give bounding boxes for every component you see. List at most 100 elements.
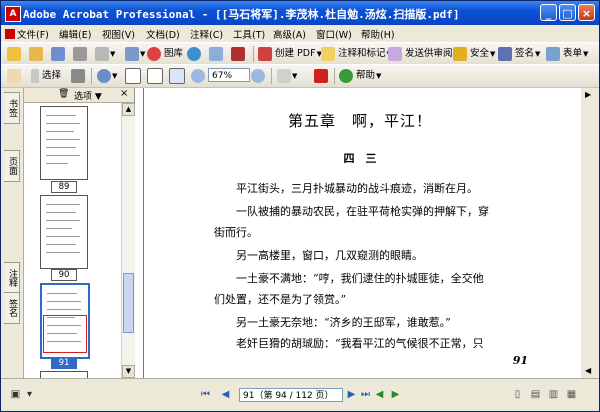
- tab-comments[interactable]: 注释: [4, 262, 20, 294]
- create-pdf-button[interactable]: 创建 PDF▼: [258, 46, 322, 62]
- acrobat-icon: A: [5, 6, 21, 22]
- paragraph-line: 一队被捕的暴动农民，在驻平荷枪实弹的押解下，穿: [236, 205, 489, 218]
- facing-icon[interactable]: ▥: [547, 388, 560, 401]
- close-button[interactable]: ×: [578, 4, 595, 21]
- paragraph-line: 一土豪不满地：“哼，我们逮住的扑城匪徒，全交他: [236, 272, 484, 285]
- menu-window[interactable]: 窗口(W): [316, 27, 352, 41]
- acrobat-window: A Adobe Acrobat Professional - [[马石将军].李…: [0, 0, 600, 412]
- forward-button[interactable]: ▶: [389, 388, 402, 401]
- page-view-icon[interactable]: ▣: [9, 388, 22, 401]
- paragraph-line: 平江街头，三月扑城暴动的战斗痕迹，消断在月。: [236, 182, 478, 195]
- chapter-title: 第五章 啊，平江！: [287, 112, 432, 130]
- secure-button[interactable]: 安全▼: [453, 46, 495, 62]
- maximize-button[interactable]: □: [559, 4, 576, 21]
- rotate-icon[interactable]: ▼: [277, 68, 297, 84]
- continuous-facing-icon[interactable]: ▦: [565, 388, 578, 401]
- status-bar: ▣ ▾ ⏮ ◀ 91（第 94 / 112 页） ▶ ⏭ ◀ ▶ ▯ ▤ ▥ ▦: [1, 378, 599, 411]
- tab-bookmarks[interactable]: 书签: [4, 92, 20, 124]
- scroll-thumb[interactable]: [123, 273, 134, 333]
- options-menu-icon[interactable]: ▾: [23, 388, 36, 401]
- zoom-out-icon[interactable]: [191, 68, 205, 84]
- thumbnail-page[interactable]: [40, 106, 88, 180]
- menu-view[interactable]: 视图(V): [102, 27, 135, 41]
- right-panel-toggle[interactable]: ▶ ◀: [581, 88, 598, 378]
- yahoo-icon[interactable]: [314, 68, 328, 84]
- title-bar[interactable]: A Adobe Acrobat Professional - [[马石将军].李…: [1, 1, 599, 25]
- paragraph-line: 另一土豪无奈地：“济乡的王邸军，谁敢惹。”: [236, 316, 451, 329]
- options-button[interactable]: 选项 ▼: [74, 89, 102, 102]
- snapshot-icon[interactable]: [71, 68, 85, 84]
- find-icon[interactable]: [209, 46, 223, 62]
- hand-tool-icon[interactable]: [7, 68, 21, 84]
- paragraph-line: 们处置，还不是为了领赏。”: [214, 293, 347, 306]
- section-heading: 四 三: [343, 152, 377, 165]
- menu-document[interactable]: 文档(D): [146, 27, 180, 41]
- menu-tools[interactable]: 工具(T): [233, 27, 265, 41]
- thumbnail-page[interactable]: [40, 371, 88, 378]
- email-icon[interactable]: ▼: [95, 46, 115, 62]
- thumbnail-page-selected[interactable]: [40, 283, 90, 359]
- menu-bar: 文件(F) 编辑(E) 视图(V) 文档(D) 注释(C) 工具(T) 高级(A…: [1, 25, 599, 42]
- single-page-icon[interactable]: ▯: [511, 388, 524, 401]
- toolbar-main: ▼ ▼ 图库 创建 PDF▼ 注释和标记▼ 发送供审阅▼ 安全▼ 签名▼ 表单▼: [1, 42, 599, 66]
- thumbnail-page-number[interactable]: 90: [51, 269, 77, 281]
- print-icon[interactable]: [73, 46, 87, 62]
- thumbnail-page-number-selected[interactable]: 91: [51, 357, 77, 369]
- expand-arrow-icon[interactable]: ▶: [585, 90, 591, 99]
- send-review-button[interactable]: 发送供审阅▼: [388, 46, 459, 62]
- acrobat-icon: [5, 29, 15, 39]
- menu-help[interactable]: 帮助(H): [361, 27, 395, 41]
- scroll-up-icon[interactable]: ▲: [122, 103, 135, 116]
- thumbnail-page[interactable]: [40, 195, 88, 269]
- zoom-input[interactable]: 67%: [208, 68, 250, 82]
- comment-markup-button[interactable]: 注释和标记▼: [321, 46, 392, 62]
- sign-button[interactable]: 签名▼: [498, 46, 540, 62]
- attach-icon[interactable]: ▼: [125, 46, 145, 62]
- paragraph-line: 街而行。: [214, 226, 258, 239]
- tab-pages[interactable]: 页面: [4, 150, 20, 182]
- select-tool-button[interactable]: 选择: [31, 68, 61, 84]
- forms-button[interactable]: 表单▼: [546, 46, 588, 62]
- save-icon[interactable]: [51, 46, 65, 62]
- stamp-icon[interactable]: [231, 46, 245, 62]
- tab-signatures[interactable]: 签名: [4, 292, 20, 324]
- help-button[interactable]: 帮助▼: [339, 68, 381, 84]
- view-box[interactable]: [43, 315, 87, 353]
- menu-edit[interactable]: 编辑(E): [59, 27, 91, 41]
- close-panel-icon[interactable]: ×: [120, 88, 128, 99]
- fit-page-icon[interactable]: [147, 68, 163, 84]
- last-page-button[interactable]: ⏭: [359, 388, 372, 401]
- menu-comment[interactable]: 注释(C): [190, 27, 223, 41]
- pdf-page: 第五章 啊，平江！ 四 三 平江街头，三月扑城暴动的战斗痕迹，消断在月。 一队被…: [143, 88, 576, 378]
- trash-icon[interactable]: 🗑: [58, 89, 69, 99]
- previous-page-button[interactable]: ◀: [219, 388, 232, 401]
- toolbar-view: 选择 ▼ 67% ▼ 帮助▼: [1, 64, 599, 88]
- continuous-icon[interactable]: ▤: [529, 388, 542, 401]
- menu-advanced[interactable]: 高级(A): [273, 27, 306, 41]
- navigation-tabs: 书签 页面 注释 签名: [1, 88, 24, 378]
- window-title: Adobe Acrobat Professional - [[马石将军].李茂林…: [23, 8, 460, 21]
- thumbnails-scrollbar[interactable]: ▲ ▼: [121, 103, 135, 378]
- page-number: 91: [512, 354, 528, 367]
- zoom-in-icon[interactable]: ▼: [97, 68, 117, 84]
- back-button[interactable]: ◀: [373, 388, 386, 401]
- open-folder-icon[interactable]: [29, 46, 43, 62]
- next-page-button[interactable]: ▶: [345, 388, 358, 401]
- minimize-button[interactable]: _: [540, 4, 557, 21]
- thumbnails-panel: 🗑 选项 ▼ × 89 90 91 ▲ ▼: [24, 88, 135, 378]
- gallery-button[interactable]: 图库: [147, 46, 183, 62]
- create-icon[interactable]: [7, 46, 21, 62]
- document-view[interactable]: 第五章 啊，平江！ 四 三 平江街头，三月扑城暴动的战斗痕迹，消断在月。 一队被…: [135, 88, 581, 378]
- thumbnail-page-number[interactable]: 89: [51, 181, 77, 193]
- fit-width-icon[interactable]: [169, 68, 185, 84]
- thumbnails-header: 🗑 选项 ▼ ×: [24, 88, 134, 103]
- page-number-input[interactable]: 91（第 94 / 112 页）: [239, 388, 343, 402]
- globe-icon[interactable]: [187, 46, 201, 62]
- collapse-arrow-icon[interactable]: ◀: [585, 366, 591, 375]
- first-page-button[interactable]: ⏮: [199, 388, 212, 401]
- paragraph-line: 另一高楼里，窗口，几双窥测的眼睛。: [236, 249, 423, 262]
- menu-file[interactable]: 文件(F): [5, 27, 49, 41]
- scroll-down-icon[interactable]: ▼: [122, 365, 135, 378]
- actual-size-icon[interactable]: [125, 68, 141, 84]
- zoom-dropdown-icon[interactable]: [251, 68, 265, 84]
